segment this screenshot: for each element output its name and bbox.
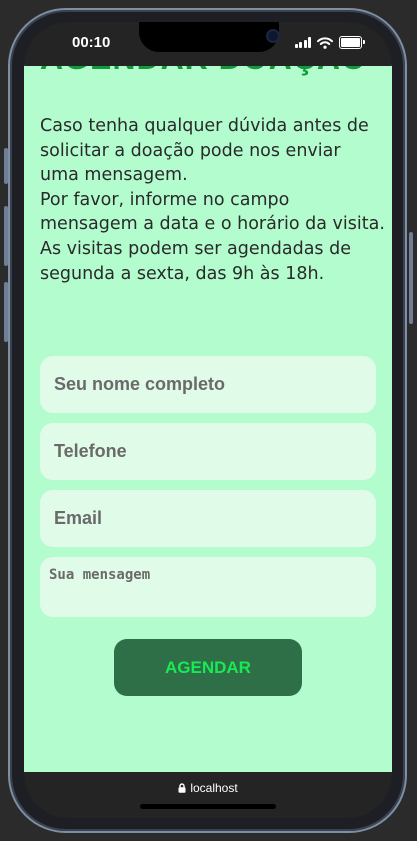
phone-field[interactable] bbox=[40, 423, 376, 480]
page-content: AGENDAR DOAÇÃO Caso tenha qualquer dúvid… bbox=[24, 64, 392, 772]
url-text: localhost bbox=[190, 781, 238, 795]
phone-side-button bbox=[4, 206, 8, 266]
status-icons bbox=[294, 36, 365, 49]
status-time: 00:10 bbox=[72, 34, 111, 51]
name-field[interactable] bbox=[40, 356, 376, 413]
home-indicator[interactable] bbox=[140, 804, 276, 809]
email-field[interactable] bbox=[40, 490, 376, 547]
intro-text: Caso tenha qualquer dúvida antes de soli… bbox=[40, 114, 385, 286]
intro-line: Caso tenha qualquer dúvida antes de bbox=[40, 116, 369, 136]
schedule-button[interactable]: AGENDAR bbox=[114, 639, 302, 696]
intro-line: solicitar a doação pode nos enviar bbox=[40, 140, 341, 161]
intro-line: segunda a sexta, das 9h às 18h. bbox=[40, 263, 325, 284]
message-field[interactable] bbox=[40, 557, 376, 617]
battery-icon bbox=[339, 36, 365, 49]
browser-bottom-bar: localhost bbox=[24, 772, 392, 818]
cellular-signal-icon bbox=[294, 37, 311, 48]
notch bbox=[139, 22, 280, 52]
phone-side-button bbox=[409, 232, 413, 324]
intro-line: mensagem a data e o horário da visita. bbox=[40, 214, 385, 235]
status-bar: 00:10 bbox=[24, 22, 392, 66]
phone-side-button bbox=[4, 282, 8, 342]
address-bar[interactable]: localhost bbox=[24, 781, 392, 795]
phone-screen: AGENDAR DOAÇÃO Caso tenha qualquer dúvid… bbox=[24, 22, 392, 818]
camera-icon bbox=[266, 29, 280, 43]
phone-side-button bbox=[4, 148, 8, 184]
lock-icon bbox=[178, 783, 186, 793]
wifi-icon bbox=[317, 36, 333, 49]
intro-line: uma mensagem. bbox=[40, 165, 188, 186]
intro-line: Por favor, informe no campo bbox=[40, 189, 290, 210]
intro-line: As visitas podem ser agendadas de bbox=[40, 238, 351, 259]
